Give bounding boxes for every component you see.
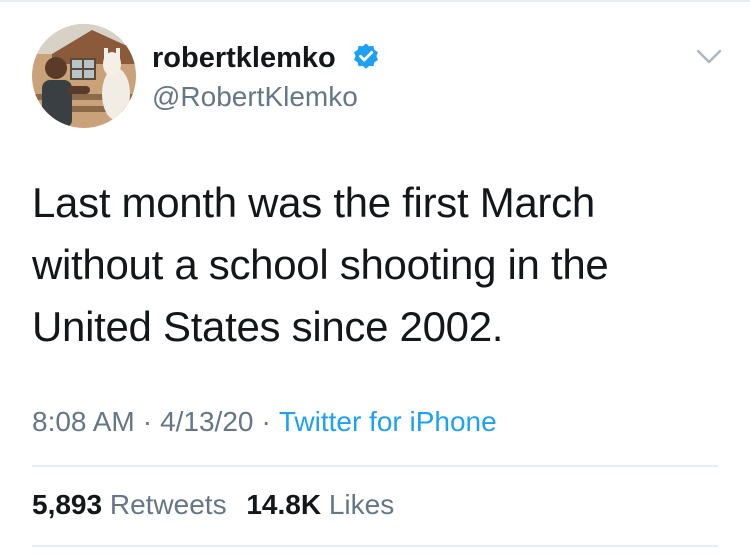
divider (32, 545, 718, 547)
display-name[interactable]: robertklemko (152, 40, 336, 76)
retweets-stat[interactable]: 5,893 Retweets (32, 489, 227, 520)
likes-label: Likes (328, 489, 395, 520)
avatar[interactable] (32, 24, 136, 128)
tweet-source-link[interactable]: Twitter for iPhone (279, 406, 497, 437)
verified-badge-icon (354, 43, 378, 69)
tweet-text: Last month was the first March without a… (32, 179, 609, 350)
user-handle[interactable]: @RobertKlemko (152, 80, 358, 114)
separator: · (142, 406, 153, 437)
tweet-stats: 5,893 Retweets 14.8K Likes (32, 487, 406, 523)
chevron-down-icon[interactable] (694, 46, 724, 68)
tweet-time: 8:08 AM (32, 406, 135, 437)
likes-stat[interactable]: 14.8K Likes (246, 489, 394, 520)
top-border (0, 0, 750, 2)
tweet-card: robertklemko @RobertKlemko Last month wa… (0, 0, 750, 559)
tweet-date: 4/13/20 (160, 406, 254, 437)
retweets-count: 5,893 (32, 489, 103, 520)
retweets-label: Retweets (109, 489, 227, 520)
tweet-metadata: 8:08 AM · 4/13/20 · Twitter for iPhone (32, 404, 497, 440)
likes-count: 14.8K (246, 489, 322, 520)
avatar-image (32, 24, 136, 128)
separator: · (261, 406, 271, 437)
divider (32, 465, 718, 467)
